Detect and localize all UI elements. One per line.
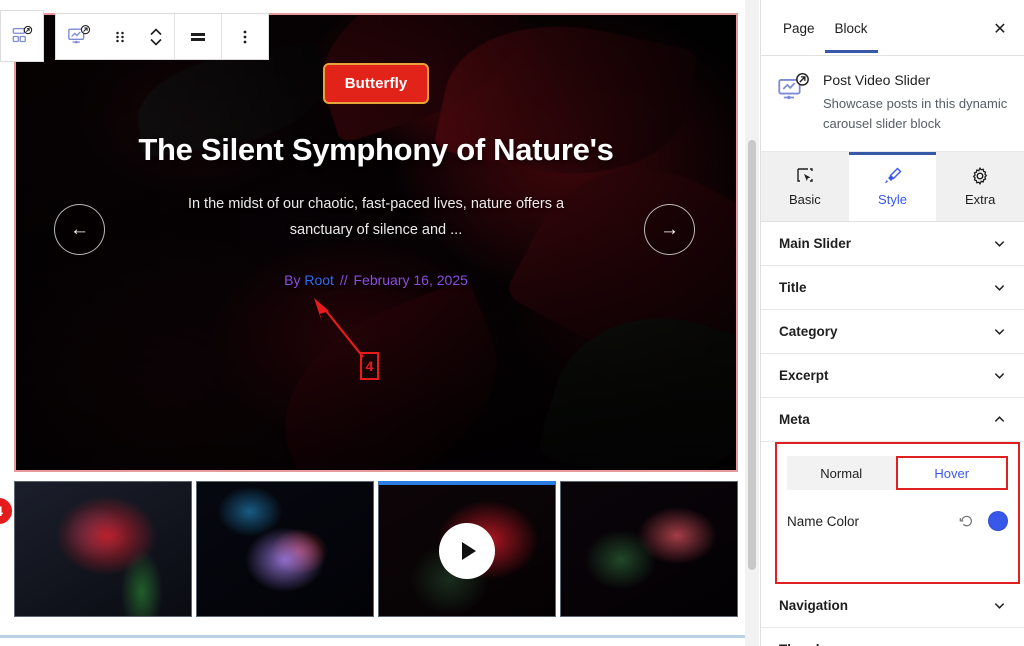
section-category-label: Category bbox=[779, 324, 838, 339]
more-options-icon[interactable] bbox=[222, 14, 268, 59]
thumbnail-1[interactable] bbox=[14, 481, 192, 617]
thumbnail-4-image bbox=[561, 482, 737, 616]
post-video-slider-icon[interactable] bbox=[56, 14, 102, 59]
slide-meta[interactable]: By Root // February 16, 2025 bbox=[284, 272, 468, 288]
gear-icon bbox=[970, 166, 990, 186]
editor-canvas: Butterfly The Silent Symphony of Nature'… bbox=[0, 0, 752, 646]
tab-style-label: Style bbox=[878, 192, 907, 207]
chevron-down-icon bbox=[994, 603, 1005, 609]
drag-handle-icon[interactable] bbox=[102, 14, 138, 59]
section-navigation[interactable]: Navigation bbox=[761, 584, 1024, 628]
style-tab-bar: Basic Style Extra bbox=[761, 152, 1024, 222]
chevron-down-icon bbox=[994, 241, 1005, 247]
paint-brush-icon bbox=[883, 166, 903, 186]
thumbnail-4[interactable] bbox=[560, 481, 738, 617]
tab-basic[interactable]: Basic bbox=[761, 152, 849, 221]
sidebar-tab-bar: Page Block ✕ bbox=[761, 0, 1024, 56]
slide-excerpt[interactable]: In the midst of our chaotic, fast-paced … bbox=[161, 191, 591, 244]
block-toolbar[interactable] bbox=[55, 13, 269, 60]
block-title: Post Video Slider bbox=[823, 72, 931, 88]
section-category[interactable]: Category bbox=[761, 310, 1024, 354]
tab-basic-label: Basic bbox=[788, 192, 821, 207]
canvas-bottom-divider bbox=[0, 635, 752, 638]
slide-meta-author[interactable]: Root bbox=[304, 272, 334, 288]
slide-meta-by-label: By bbox=[284, 271, 301, 288]
name-color-swatch[interactable] bbox=[988, 511, 1008, 531]
section-navigation-label: Navigation bbox=[779, 598, 849, 613]
tab-extra[interactable]: Extra bbox=[936, 152, 1024, 221]
block-toolbar-left-group bbox=[56, 14, 174, 59]
slider-next-arrow[interactable]: → bbox=[644, 204, 695, 255]
section-title[interactable]: Title bbox=[761, 266, 1024, 310]
slide-category-badge[interactable]: Butterfly bbox=[322, 63, 430, 104]
slider-thumbnails bbox=[14, 481, 738, 617]
settings-sidebar: Page Block ✕ Post Video Slider Showcase … bbox=[760, 0, 1024, 646]
section-title-label: Title bbox=[779, 280, 807, 295]
post-video-slider-block[interactable]: Butterfly The Silent Symphony of Nature'… bbox=[14, 13, 738, 472]
block-info-text: Post Video Slider Showcase posts in this… bbox=[823, 72, 1008, 133]
annotation-marker-4: 4 bbox=[360, 352, 379, 380]
parent-block-toolbar[interactable] bbox=[0, 10, 44, 62]
chevron-down-icon bbox=[994, 285, 1005, 291]
slide-title[interactable]: The Silent Symphony of Nature's bbox=[138, 132, 614, 168]
move-up-down-icon[interactable] bbox=[138, 14, 174, 59]
block-info: Post Video Slider Showcase posts in this… bbox=[761, 56, 1024, 152]
tab-style[interactable]: Style bbox=[848, 152, 937, 221]
block-description: Showcase posts in this dynamic carousel … bbox=[823, 96, 1008, 131]
select-parent-block-icon[interactable] bbox=[4, 14, 40, 59]
section-main-slider-label: Main Slider bbox=[779, 236, 852, 251]
section-main-slider[interactable]: Main Slider bbox=[761, 222, 1024, 266]
reset-icon[interactable] bbox=[954, 509, 978, 533]
tab-hover[interactable]: Hover bbox=[895, 456, 1008, 490]
align-icon[interactable] bbox=[175, 14, 221, 59]
thumbnail-2[interactable] bbox=[196, 481, 374, 617]
section-thumbs-label: Thumbs bbox=[779, 642, 832, 646]
slide-meta-separator: // bbox=[339, 271, 348, 288]
thumbnail-3[interactable] bbox=[378, 481, 556, 617]
section-meta[interactable]: Meta bbox=[761, 398, 1024, 442]
post-video-slider-icon bbox=[777, 72, 811, 106]
section-excerpt-label: Excerpt bbox=[779, 368, 829, 383]
block-toolbar-align-group bbox=[175, 14, 221, 59]
tab-block[interactable]: Block bbox=[825, 3, 878, 53]
meta-settings-panel: Normal Hover Name Color bbox=[775, 442, 1020, 584]
section-meta-label: Meta bbox=[779, 412, 810, 427]
thumbnail-2-image bbox=[197, 482, 373, 616]
sidebar-scrollbar[interactable] bbox=[748, 140, 756, 570]
thumbnail-1-image bbox=[15, 482, 191, 616]
section-thumbs[interactable]: Thumbs bbox=[761, 628, 1024, 646]
meta-state-tabs: Normal Hover bbox=[787, 456, 1008, 490]
close-icon[interactable]: ✕ bbox=[988, 17, 1012, 41]
tab-extra-label: Extra bbox=[965, 192, 996, 207]
play-icon[interactable] bbox=[439, 522, 495, 579]
chevron-down-icon bbox=[994, 329, 1005, 335]
slide-meta-date: February 16, 2025 bbox=[353, 271, 468, 288]
slider-prev-arrow[interactable]: ← bbox=[54, 204, 105, 255]
block-toolbar-options-group bbox=[222, 14, 268, 59]
tab-page[interactable]: Page bbox=[773, 3, 825, 53]
section-excerpt[interactable]: Excerpt bbox=[761, 354, 1024, 398]
name-color-row: Name Color bbox=[787, 504, 1008, 538]
cursor-select-icon bbox=[795, 166, 815, 186]
chevron-down-icon bbox=[994, 373, 1005, 379]
chevron-up-icon bbox=[994, 416, 1005, 422]
tab-normal[interactable]: Normal bbox=[787, 456, 896, 490]
name-color-label: Name Color bbox=[787, 513, 860, 529]
slide-content: Butterfly The Silent Symphony of Nature'… bbox=[16, 15, 736, 470]
